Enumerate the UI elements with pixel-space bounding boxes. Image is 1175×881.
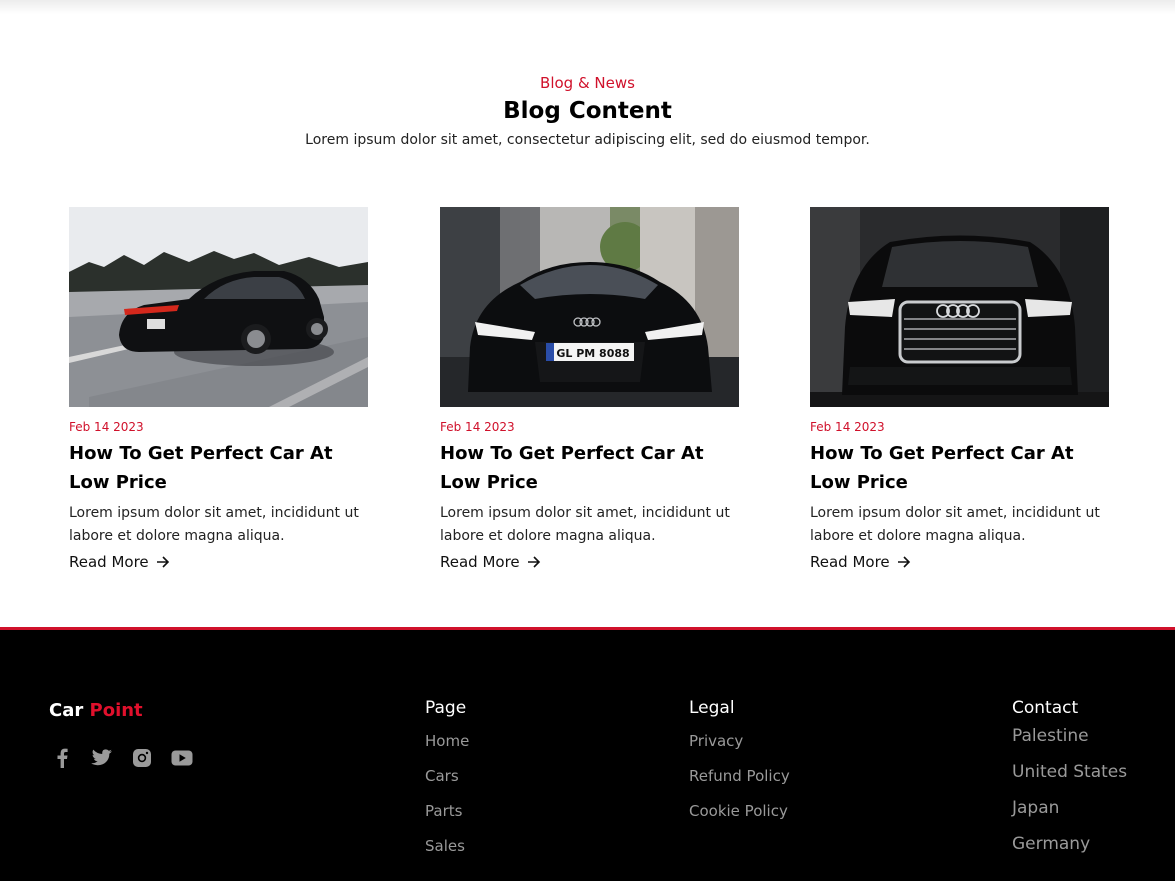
read-more-link[interactable]: Read More (810, 553, 911, 571)
post-image-porsche[interactable] (69, 207, 368, 407)
brand-second: Point (89, 700, 143, 721)
contact-item-palestine[interactable]: Palestine (1012, 726, 1127, 762)
footer-link-privacy[interactable]: Privacy (689, 732, 790, 767)
section-eyebrow: Blog & News (540, 74, 635, 92)
post-title[interactable]: How To Get Perfect Car At Low Price (69, 439, 368, 497)
read-more-label: Read More (810, 553, 890, 571)
post-title[interactable]: How To Get Perfect Car At Low Price (440, 439, 739, 497)
read-more-link[interactable]: Read More (440, 553, 541, 571)
footer-column-page: Page Home Cars Parts Sales (425, 698, 469, 872)
site-footer: Car Point Page Home Cars Parts Sales Leg… (0, 627, 1175, 881)
header-shadow (0, 0, 1175, 14)
page-heading: Page (425, 698, 467, 718)
read-more-link[interactable]: Read More (69, 553, 170, 571)
blog-card: GL PM 8088 Feb 14 2023 How To Get Perfec… (440, 207, 739, 571)
read-more-label: Read More (440, 553, 520, 571)
post-excerpt: Lorem ipsum dolor sit amet, incididunt u… (810, 505, 1100, 544)
twitter-icon[interactable] (90, 746, 113, 769)
post-excerpt: Lorem ipsum dolor sit amet, incididunt u… (440, 505, 730, 544)
post-image-audi-a8[interactable] (810, 207, 1109, 407)
contact-item-japan[interactable]: Japan (1012, 798, 1127, 834)
post-image-audi-r8[interactable]: GL PM 8088 (440, 207, 739, 407)
footer-link-cookie-policy[interactable]: Cookie Policy (689, 802, 790, 837)
post-date: Feb 14 2023 (69, 420, 144, 434)
section-subtitle: Lorem ipsum dolor sit amet, consectetur … (305, 132, 870, 148)
legal-heading: Legal (689, 698, 735, 718)
arrow-right-icon (156, 556, 169, 568)
footer-column-contact: Contact Palestine United States Japan Ge… (1012, 698, 1127, 870)
post-excerpt: Lorem ipsum dolor sit amet, incididunt u… (69, 505, 359, 544)
footer-link-home[interactable]: Home (425, 732, 469, 767)
facebook-icon[interactable] (50, 746, 73, 769)
blog-header: Blog & News Blog Content Lorem ipsum dol… (0, 74, 1175, 148)
social-links (50, 746, 193, 769)
post-title[interactable]: How To Get Perfect Car At Low Price (810, 439, 1109, 497)
youtube-icon[interactable] (170, 746, 193, 769)
arrow-right-icon (527, 556, 540, 568)
arrow-right-icon (897, 556, 910, 568)
blog-cards: Feb 14 2023 How To Get Perfect Car At Lo… (69, 207, 1109, 587)
blog-card: Feb 14 2023 How To Get Perfect Car At Lo… (69, 207, 368, 571)
license-plate: GL PM 8088 (556, 347, 629, 360)
instagram-icon[interactable] (130, 746, 153, 769)
footer-link-parts[interactable]: Parts (425, 802, 469, 837)
post-date: Feb 14 2023 (440, 420, 515, 434)
contact-heading: Contact (1012, 698, 1079, 718)
brand-logo[interactable]: Car Point (49, 700, 143, 721)
footer-link-sales[interactable]: Sales (425, 837, 469, 872)
brand-first: Car (49, 700, 84, 721)
read-more-label: Read More (69, 553, 149, 571)
footer-link-refund-policy[interactable]: Refund Policy (689, 767, 790, 802)
footer-link-cars[interactable]: Cars (425, 767, 469, 802)
section-title: Blog Content (503, 98, 672, 124)
contact-item-germany[interactable]: Germany (1012, 834, 1127, 870)
contact-item-united-states[interactable]: United States (1012, 762, 1127, 798)
blog-card: Feb 14 2023 How To Get Perfect Car At Lo… (810, 207, 1109, 571)
footer-column-legal: Legal Privacy Refund Policy Cookie Polic… (689, 698, 790, 837)
post-date: Feb 14 2023 (810, 420, 885, 434)
